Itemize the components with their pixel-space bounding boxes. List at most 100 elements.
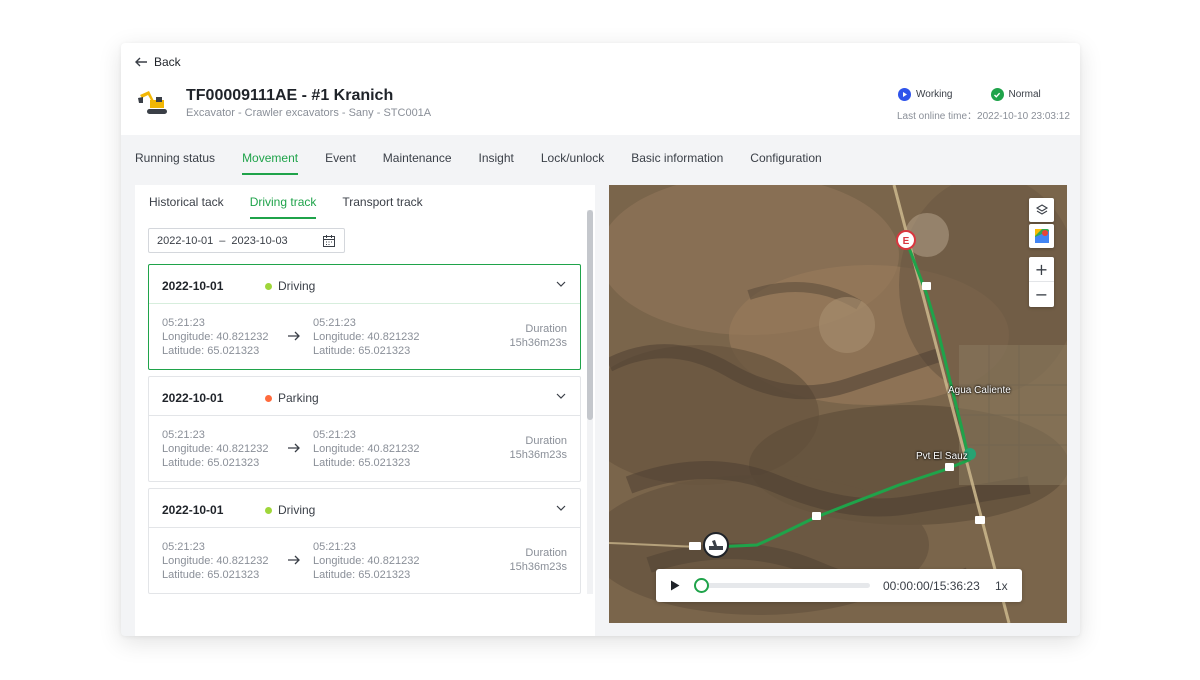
road-shield-icon <box>922 282 931 290</box>
track-type-tabs: Historical tack Driving track Transport … <box>149 195 449 219</box>
track-state: Parking <box>265 391 319 405</box>
track-date: 2022-10-01 <box>162 279 224 293</box>
track-card-header[interactable]: 2022-10-01 Parking <box>149 377 580 416</box>
back-button[interactable]: Back <box>134 55 181 69</box>
tab-transport-track[interactable]: Transport track <box>342 195 422 219</box>
tab-historical-track[interactable]: Historical tack <box>149 195 224 219</box>
track-state-label: Parking <box>278 391 319 405</box>
progress-handle[interactable] <box>694 578 709 593</box>
track-start-point: 05:21:23 Longitude: 40.821232 Latitude: … <box>162 428 268 470</box>
satellite-map: E <box>609 185 1067 623</box>
layers-button[interactable] <box>1029 198 1054 222</box>
end-marker[interactable]: E <box>896 230 916 250</box>
tab-configuration[interactable]: Configuration <box>750 151 821 175</box>
state-dot <box>265 282 272 290</box>
track-end-point: 05:21:23 Longitude: 40.821232 Latitude: … <box>313 428 419 470</box>
date-range-separator: – <box>219 234 226 247</box>
last-online-time: Last online time：2022-10-10 23:03:12 <box>897 111 1070 122</box>
end-longitude: Longitude: 40.821232 <box>313 555 420 567</box>
track-state: Driving <box>265 279 315 293</box>
tab-lock-unlock[interactable]: Lock/unlock <box>541 151 604 175</box>
tab-maintenance[interactable]: Maintenance <box>383 151 452 175</box>
layers-icon <box>1035 204 1048 215</box>
google-maps-icon <box>1034 229 1049 243</box>
tab-movement[interactable]: Movement <box>242 151 299 175</box>
duration-label: Duration <box>525 435 567 447</box>
play-icon[interactable] <box>670 580 680 591</box>
list-scrollbar[interactable] <box>587 210 593 594</box>
track-state: Driving <box>265 503 315 517</box>
date-range-start: 2022-10-01 <box>157 234 214 247</box>
duration-label: Duration <box>525 547 567 559</box>
start-latitude: Latitude: 65.021323 <box>162 345 260 357</box>
track-list-panel: Historical tack Driving track Transport … <box>135 185 595 636</box>
road-shield-icon <box>975 516 985 524</box>
arrow-right-icon <box>288 443 300 453</box>
start-time: 05:21:23 <box>162 317 205 329</box>
end-latitude: Latitude: 65.021323 <box>313 457 411 469</box>
tab-insight[interactable]: Insight <box>479 151 514 175</box>
map-type-button[interactable] <box>1029 224 1054 248</box>
start-time: 05:21:23 <box>162 429 205 441</box>
track-end-point: 05:21:23 Longitude: 40.821232 Latitude: … <box>313 540 419 582</box>
playback-progress[interactable] <box>702 583 870 588</box>
tab-running-status[interactable]: Running status <box>135 151 215 175</box>
road-shield-icon <box>812 512 821 520</box>
start-longitude: Longitude: 40.821232 <box>162 443 269 455</box>
end-time: 05:21:23 <box>313 317 356 329</box>
duration-value: 15h36m23s <box>509 449 568 461</box>
track-start-point: 05:21:23 Longitude: 40.821232 Latitude: … <box>162 316 268 358</box>
tab-driving-track[interactable]: Driving track <box>249 195 317 219</box>
arrow-left-icon <box>135 57 147 67</box>
track-card-header[interactable]: 2022-10-01 Driving <box>149 489 580 528</box>
excavator-icon <box>138 91 167 114</box>
track-card[interactable]: 2022-10-01 Driving 05:21:23 Longitude: 4… <box>148 264 581 370</box>
arrow-right-icon <box>288 555 300 565</box>
chevron-down-icon[interactable] <box>555 502 567 514</box>
place-label-agua-caliente: Agua Caliente <box>948 385 1011 396</box>
track-card-body: 05:21:23 Longitude: 40.821232 Latitude: … <box>149 416 580 482</box>
place-label-pvt-el-sauz: Pvt El Sauz <box>916 451 968 462</box>
track-end-point: 05:21:23 Longitude: 40.821232 Latitude: … <box>313 316 419 358</box>
end-time: 05:21:23 <box>313 429 356 441</box>
track-start-point: 05:21:23 Longitude: 40.821232 Latitude: … <box>162 540 268 582</box>
equipment-detail-card: Back TF00009111AE - #1 Kranich Excavator… <box>121 43 1080 636</box>
track-card-header[interactable]: 2022-10-01 Driving <box>149 265 580 304</box>
track-date: 2022-10-01 <box>162 503 224 517</box>
duration-label: Duration <box>525 323 567 335</box>
track-card-body: 05:21:23 Longitude: 40.821232 Latitude: … <box>149 528 580 594</box>
page-subtitle: Excavator - Crawler excavators - Sany - … <box>186 107 432 119</box>
track-card[interactable]: 2022-10-01 Parking 05:21:23 Longitude: 4… <box>148 376 581 482</box>
check-circle-icon <box>990 88 1004 101</box>
end-marker-label: E <box>903 236 910 247</box>
end-latitude: Latitude: 65.021323 <box>313 569 411 581</box>
end-latitude: Latitude: 65.021323 <box>313 345 411 357</box>
page-title: TF00009111AE - #1 Kranich <box>186 87 394 104</box>
play-circle-icon <box>898 88 911 101</box>
track-state-label: Driving <box>278 279 316 293</box>
start-longitude: Longitude: 40.821232 <box>162 555 269 567</box>
road-shield-icon <box>689 542 701 550</box>
scrollbar-thumb[interactable] <box>587 210 593 420</box>
duration-value: 15h36m23s <box>509 337 568 349</box>
start-longitude: Longitude: 40.821232 <box>162 331 269 343</box>
date-range-picker[interactable]: 2022-10-01 – 2023-10-03 <box>148 228 345 253</box>
working-label: Working <box>916 89 953 100</box>
zoom-out-button[interactable]: − <box>1029 282 1054 307</box>
vehicle-marker[interactable] <box>703 532 729 558</box>
tab-basic-information[interactable]: Basic information <box>631 151 723 175</box>
zoom-in-button[interactable]: + <box>1029 257 1054 282</box>
date-range-end: 2023-10-03 <box>231 234 288 247</box>
chevron-down-icon[interactable] <box>555 278 567 290</box>
duration-value: 15h36m23s <box>509 561 568 573</box>
track-state-label: Driving <box>278 503 316 517</box>
chevron-down-icon[interactable] <box>555 390 567 402</box>
back-label: Back <box>154 55 181 69</box>
map-view[interactable]: E Agua Caliente Pvt El Sauz + − 00:00:00… <box>609 185 1067 623</box>
tab-event[interactable]: Event <box>325 151 356 175</box>
track-card[interactable]: 2022-10-01 Driving 05:21:23 Longitude: 4… <box>148 488 581 594</box>
status-indicators: Working Normal <box>898 88 1041 101</box>
playback-speed-button[interactable]: 1x <box>995 579 1008 593</box>
playback-time: 00:00:00/15:36:23 <box>883 579 980 593</box>
start-latitude: Latitude: 65.021323 <box>162 457 260 469</box>
